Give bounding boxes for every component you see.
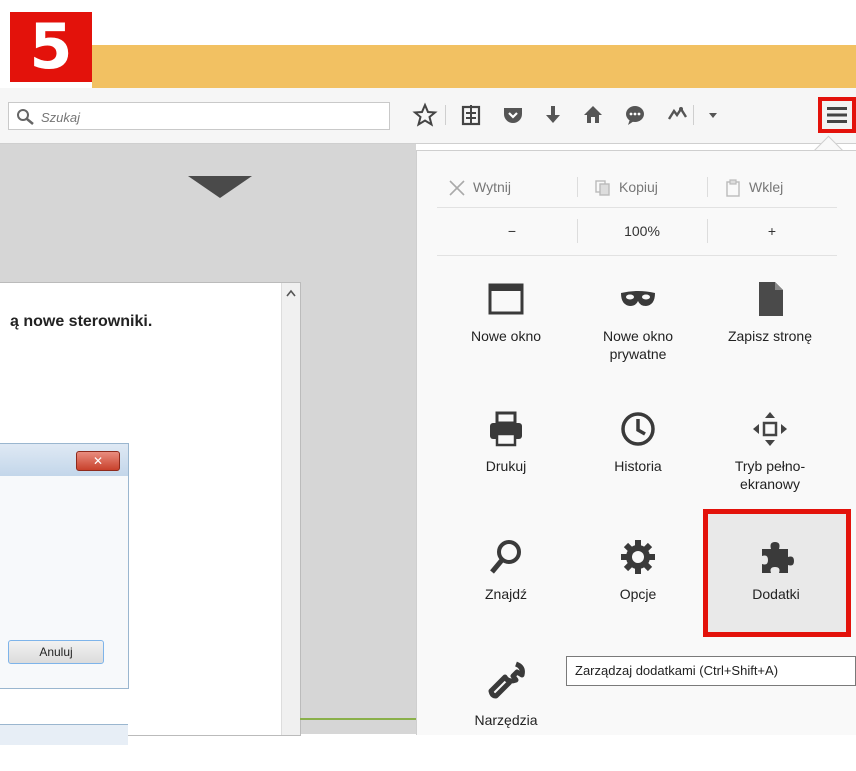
tile-label: Znajdź: [484, 586, 528, 602]
print-button[interactable]: Drukuj: [441, 399, 571, 519]
dialog-scrollbar[interactable]: [281, 283, 300, 735]
new-window-button[interactable]: Nowe okno: [441, 269, 571, 389]
tile-label: Tryb pełno-ekranowy: [734, 458, 806, 492]
open-menu-button[interactable]: [818, 97, 856, 133]
search-input[interactable]: [39, 106, 383, 128]
find-button[interactable]: Znajdź: [441, 527, 571, 647]
wrench-icon: [488, 661, 525, 699]
tile-label: Nowe okno: [470, 328, 542, 344]
fullscreen-icon: [753, 412, 787, 446]
new-private-window-button[interactable]: Nowe okno prywatne: [573, 269, 703, 389]
reading-list-icon[interactable]: [458, 102, 484, 128]
history-button[interactable]: Historia: [573, 399, 703, 519]
addons-button[interactable]: Dodatki: [711, 527, 841, 647]
paste-label: Wklej: [749, 179, 784, 195]
zoom-in-button[interactable]: +: [717, 215, 827, 247]
dialog-message: ą nowe sterowniki.: [10, 313, 153, 330]
clipboard-icon: [726, 179, 740, 197]
dropdown-arrow-icon[interactable]: [700, 102, 726, 128]
toolbar-separator: [445, 105, 446, 125]
home-icon[interactable]: [580, 102, 606, 128]
page-content: ą nowe sterowniki. ✕ Anuluj: [0, 144, 416, 745]
pocket-icon[interactable]: [500, 102, 526, 128]
tile-label: Nowe okno prywatne: [602, 328, 674, 362]
addons-tooltip: Zarządzaj dodatkami (Ctrl+Shift+A): [566, 656, 856, 686]
scroll-up-icon[interactable]: [286, 289, 296, 297]
fullscreen-button[interactable]: Tryb pełno-ekranowy: [705, 399, 835, 519]
search-box[interactable]: [8, 102, 390, 130]
separator: [437, 207, 837, 208]
tile-label: Narzędzia: [474, 712, 538, 728]
options-button[interactable]: Opcje: [573, 527, 703, 647]
window-icon: [488, 283, 524, 315]
tools-button[interactable]: Narzędzia: [441, 651, 571, 771]
decorative-line: [300, 718, 416, 720]
save-page-button[interactable]: Zapisz stronę: [705, 269, 835, 389]
copy-icon: [595, 180, 610, 196]
main-menu-panel: Wytnij Kopiuj Wklej − 100% + Nowe okno N…: [416, 150, 856, 735]
puzzle-icon: [762, 542, 794, 573]
page-icon: [759, 282, 783, 316]
hamburger-menu-icon: [827, 107, 847, 123]
zoom-controls: − 100% +: [437, 215, 837, 247]
extension-icon[interactable]: [664, 102, 690, 128]
tile-label: Historia: [614, 458, 662, 474]
gear-icon: [621, 540, 655, 574]
window-title-strip: [92, 45, 856, 88]
toolbar-separator: [693, 105, 694, 125]
driver-dialog: ą nowe sterowniki. ✕ Anuluj: [0, 282, 301, 736]
clock-icon: [621, 412, 655, 446]
scissors-icon: [449, 180, 465, 196]
separator: [577, 177, 578, 197]
paste-button[interactable]: Wklej: [723, 171, 783, 203]
inner-window: ✕ Anuluj: [0, 443, 129, 689]
close-button[interactable]: ✕: [76, 451, 120, 471]
inner-window-titlebar: ✕: [0, 444, 128, 476]
second-window-edge: [0, 724, 128, 745]
tile-label: Drukuj: [485, 458, 527, 474]
copy-button[interactable]: Kopiuj: [593, 171, 658, 203]
decorative-shape: [188, 176, 252, 198]
cancel-button[interactable]: Anuluj: [8, 640, 104, 664]
separator: [707, 177, 708, 197]
browser-toolbar: [0, 88, 856, 144]
zoom-out-button[interactable]: −: [447, 215, 577, 247]
download-icon[interactable]: [540, 102, 566, 128]
chat-icon[interactable]: [622, 102, 648, 128]
edit-controls: Wytnij Kopiuj Wklej: [437, 171, 837, 203]
tile-label: Zapisz stronę: [727, 328, 813, 344]
zoom-reset-button[interactable]: 100%: [587, 215, 697, 247]
tile-label: Opcje: [619, 586, 657, 602]
separator: [707, 219, 708, 243]
cut-label: Wytnij: [473, 179, 511, 195]
magnifier-icon: [490, 540, 521, 574]
search-icon: [17, 109, 34, 125]
separator: [437, 255, 837, 256]
step-number-badge: 5: [10, 12, 92, 82]
printer-icon: [490, 411, 522, 447]
cut-button[interactable]: Wytnij: [447, 171, 511, 203]
separator: [577, 219, 578, 243]
mask-icon: [621, 291, 655, 306]
star-icon[interactable]: [412, 102, 438, 128]
copy-label: Kopiuj: [619, 179, 658, 195]
tile-label: Dodatki: [752, 586, 800, 602]
